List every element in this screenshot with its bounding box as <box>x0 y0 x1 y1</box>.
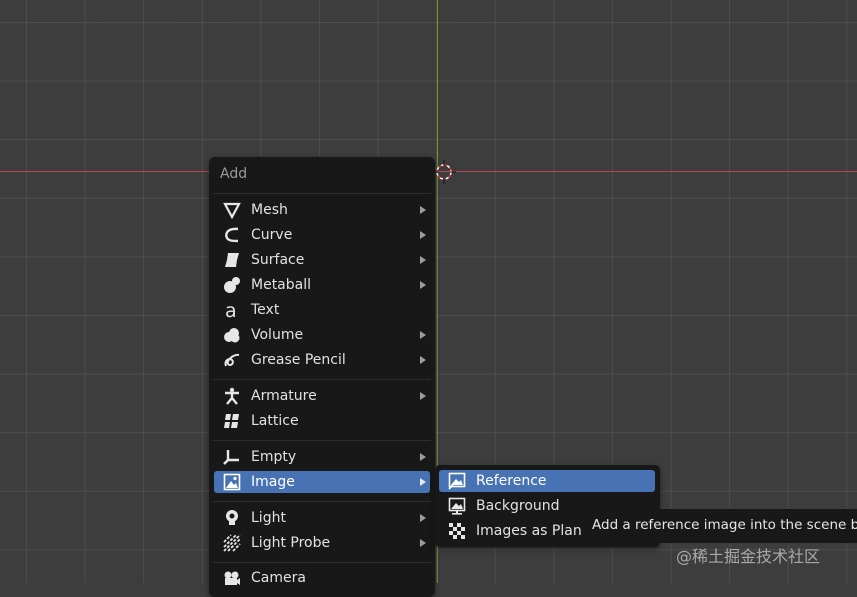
tooltip-text: Add a reference image into the scene bet <box>592 517 857 533</box>
curve-icon <box>222 225 242 245</box>
svg-text:a: a <box>225 301 237 319</box>
menu-item-image[interactable]: Image <box>214 471 430 493</box>
menu-item-label: Text <box>251 302 280 318</box>
menu-item-metaball[interactable]: Metaball <box>214 274 430 296</box>
submenu-arrow-icon <box>420 256 426 264</box>
add-menu-title: Add <box>220 166 248 182</box>
armature-icon <box>222 386 242 406</box>
menu-item-volume[interactable]: Volume <box>214 324 430 346</box>
volume-icon <box>222 325 242 345</box>
lattice-icon <box>222 411 242 431</box>
menu-item-empty[interactable]: Empty <box>214 446 430 468</box>
menu-separator <box>213 193 431 194</box>
text-icon: a <box>222 300 242 320</box>
add-menu: Add Mesh Curve Surface Metaball a Text V… <box>209 157 435 597</box>
submenu-arrow-icon <box>420 206 426 214</box>
menu-item-armature[interactable]: Armature <box>214 385 430 407</box>
submenu-arrow-icon <box>420 453 426 461</box>
menu-item-text[interactable]: a Text <box>214 299 430 321</box>
menu-separator <box>213 379 431 380</box>
submenu-arrow-icon <box>420 392 426 400</box>
submenu-item-label: Reference <box>476 473 547 489</box>
watermark: @稀土掘金技术社区 <box>676 547 821 566</box>
menu-item-label: Image <box>251 474 295 490</box>
tooltip: Add a reference image into the scene bet <box>581 509 857 543</box>
metaball-icon <box>222 275 242 295</box>
menu-item-label: Camera <box>251 570 306 586</box>
mesh-icon <box>222 200 242 220</box>
image-icon <box>222 472 242 492</box>
menu-item-label: Mesh <box>251 202 288 218</box>
empty-icon <box>222 447 242 467</box>
menu-item-label: Empty <box>251 449 297 465</box>
background-image-icon <box>447 496 467 516</box>
menu-item-label: Metaball <box>251 277 312 293</box>
grease-pencil-icon <box>222 350 242 370</box>
reference-image-icon <box>447 471 467 491</box>
camera-icon <box>222 568 242 588</box>
menu-item-camera[interactable]: Camera <box>214 567 430 589</box>
menu-item-light[interactable]: Light <box>214 507 430 529</box>
submenu-arrow-icon <box>420 356 426 364</box>
menu-item-label: Lattice <box>251 413 299 429</box>
menu-item-label: Light <box>251 510 286 526</box>
submenu-item-label: Background <box>476 498 560 514</box>
3d-cursor-icon <box>432 160 456 184</box>
submenu-arrow-icon <box>420 478 426 486</box>
checker-icon <box>447 521 467 541</box>
submenu-arrow-icon <box>420 539 426 547</box>
menu-item-label: Volume <box>251 327 304 343</box>
menu-separator <box>213 562 431 563</box>
menu-item-grease-pencil[interactable]: Grease Pencil <box>214 349 430 371</box>
submenu-arrow-icon <box>420 331 426 339</box>
menu-separator <box>213 440 431 441</box>
menu-item-lattice[interactable]: Lattice <box>214 410 430 432</box>
submenu-arrow-icon <box>420 281 426 289</box>
submenu-arrow-icon <box>420 231 426 239</box>
menu-item-label: Light Probe <box>251 535 331 551</box>
light-probe-icon <box>222 533 242 553</box>
menu-item-curve[interactable]: Curve <box>214 224 430 246</box>
menu-item-mesh[interactable]: Mesh <box>214 199 430 221</box>
menu-item-label: Grease Pencil <box>251 352 346 368</box>
menu-item-label: Armature <box>251 388 317 404</box>
light-icon <box>222 508 242 528</box>
menu-item-label: Surface <box>251 252 305 268</box>
menu-separator <box>213 501 431 502</box>
submenu-arrow-icon <box>420 514 426 522</box>
surface-icon <box>222 250 242 270</box>
menu-item-surface[interactable]: Surface <box>214 249 430 271</box>
menu-item-label: Curve <box>251 227 293 243</box>
menu-item-light-probe[interactable]: Light Probe <box>214 532 430 554</box>
submenu-item-reference[interactable]: Reference <box>439 470 655 492</box>
submenu-item-label: Images as Planes <box>476 523 598 539</box>
